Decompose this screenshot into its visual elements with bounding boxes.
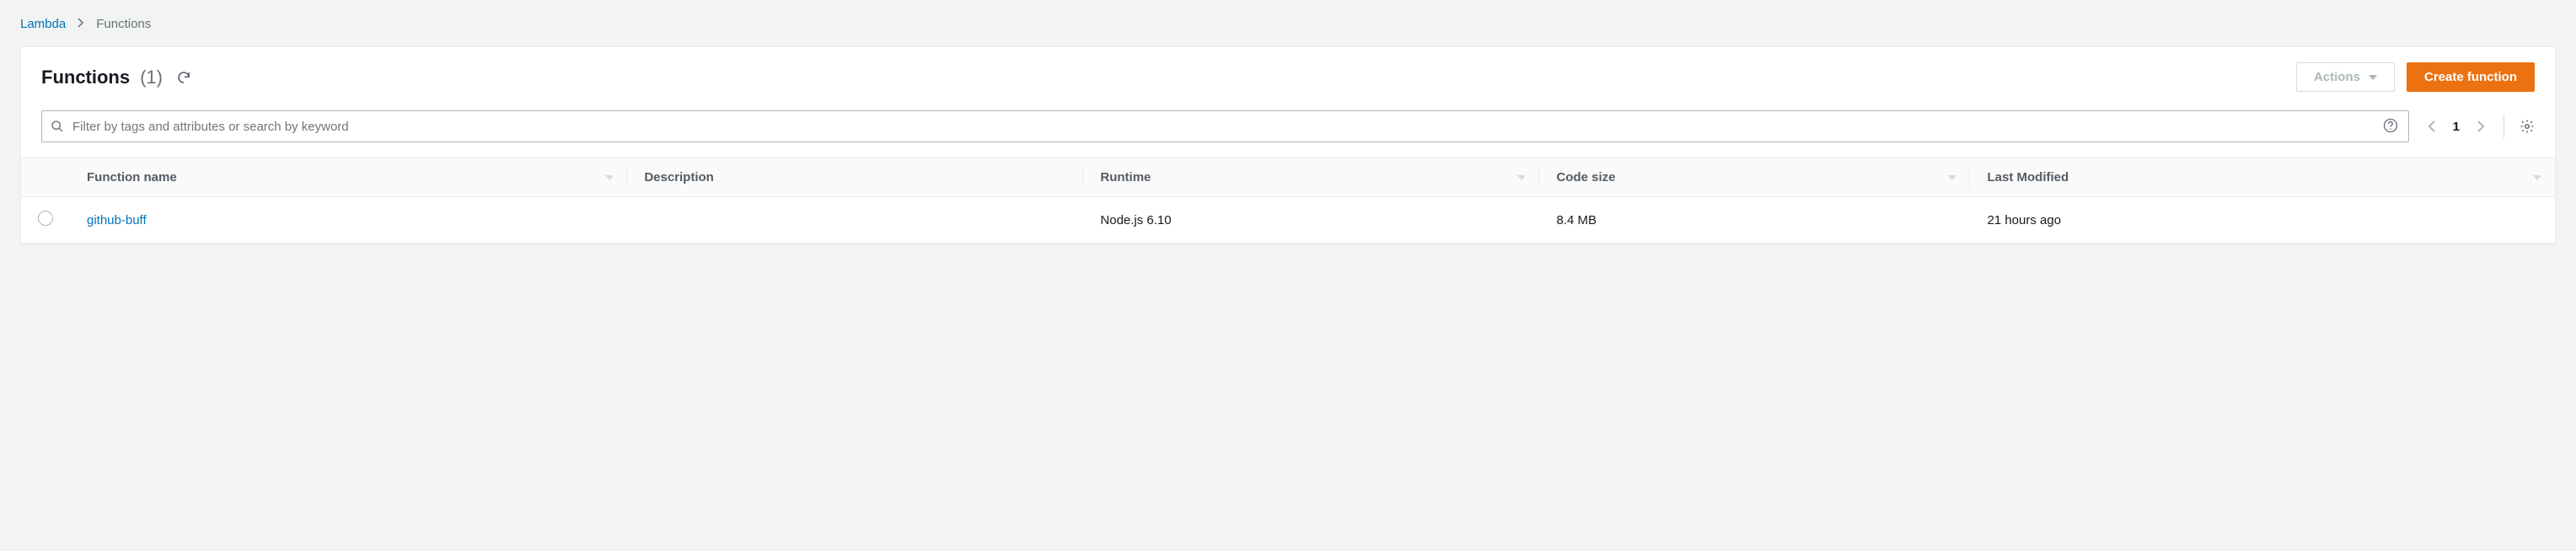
column-select (21, 158, 70, 197)
settings-button[interactable] (2520, 119, 2535, 134)
column-code-size-label: Code size (1556, 170, 1615, 185)
cell-modified: 21 hours ago (1970, 197, 2555, 243)
column-description-label: Description (644, 170, 714, 185)
gear-icon (2520, 119, 2535, 134)
breadcrumb-current: Functions (96, 17, 151, 31)
column-runtime[interactable]: Runtime (1083, 158, 1539, 197)
sort-caret-icon (605, 175, 614, 180)
column-function-name[interactable]: Function name (70, 158, 627, 197)
sort-caret-icon (2533, 175, 2541, 180)
help-icon (2383, 118, 2398, 133)
function-count: (1) (140, 67, 163, 88)
caret-down-icon (2369, 75, 2377, 80)
panel-header: Functions (1) Actions Create function (21, 47, 2555, 104)
search-input[interactable] (64, 113, 2381, 141)
actions-dropdown[interactable]: Actions (2296, 62, 2395, 92)
pagination: 1 (2424, 116, 2488, 136)
prev-page-button[interactable] (2424, 116, 2439, 136)
cell-runtime: Node.js 6.10 (1083, 197, 1539, 243)
breadcrumb: Lambda Functions (20, 17, 2556, 31)
search-help-button[interactable] (2381, 116, 2400, 137)
cell-description (627, 197, 1083, 243)
column-description[interactable]: Description (627, 158, 1083, 197)
actions-label: Actions (2314, 70, 2360, 84)
page-number: 1 (2453, 120, 2460, 134)
row-select-radio[interactable] (38, 211, 53, 226)
create-function-button[interactable]: Create function (2407, 62, 2535, 92)
column-code-size[interactable]: Code size (1539, 158, 1970, 197)
next-page-button[interactable] (2473, 116, 2488, 136)
function-name-link[interactable]: github-buff (87, 213, 147, 227)
search-container (41, 110, 2409, 142)
column-function-name-label: Function name (87, 170, 177, 185)
page-title: Functions (41, 67, 130, 88)
chevron-right-icon (78, 17, 84, 31)
column-runtime-label: Runtime (1100, 170, 1151, 185)
sort-caret-icon (1948, 175, 1956, 180)
cell-size: 8.4 MB (1539, 197, 1970, 243)
table-row: github-buff Node.js 6.10 8.4 MB 21 hours… (21, 197, 2555, 243)
refresh-icon (176, 70, 191, 85)
column-last-modified-label: Last Modified (1987, 170, 2069, 185)
sort-caret-icon (1517, 175, 1526, 180)
breadcrumb-root-link[interactable]: Lambda (20, 17, 66, 31)
column-last-modified[interactable]: Last Modified (1970, 158, 2555, 197)
refresh-button[interactable] (173, 67, 195, 88)
functions-panel: Functions (1) Actions Create function (20, 46, 2556, 243)
chevron-left-icon (2428, 120, 2436, 133)
chevron-right-icon (2477, 120, 2485, 133)
functions-table: Function name Description Runtime Code s… (21, 158, 2555, 243)
filter-row: 1 (21, 104, 2555, 158)
search-icon (51, 120, 64, 133)
